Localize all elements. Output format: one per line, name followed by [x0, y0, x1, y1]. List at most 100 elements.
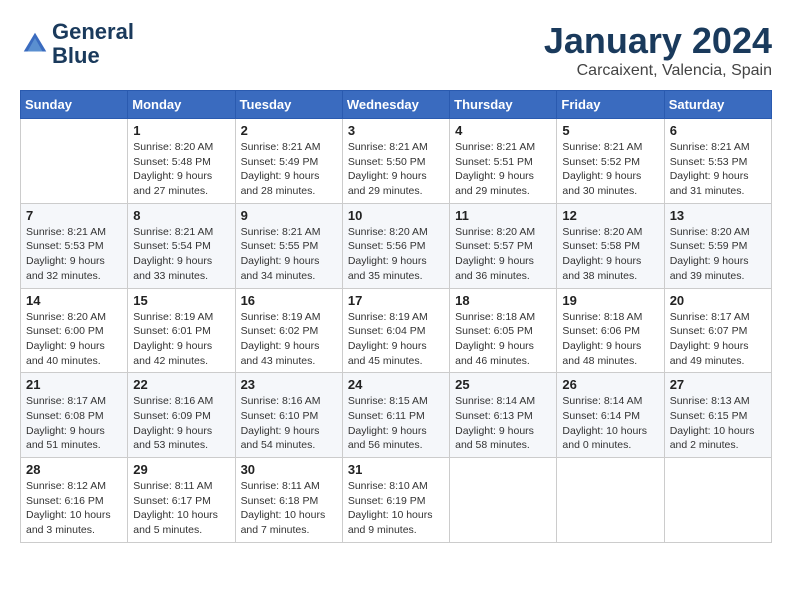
day-info: Sunrise: 8:21 AM Sunset: 5:51 PM Dayligh… [455, 140, 551, 199]
day-info: Sunrise: 8:14 AM Sunset: 6:13 PM Dayligh… [455, 394, 551, 453]
calendar-cell: 30Sunrise: 8:11 AM Sunset: 6:18 PM Dayli… [235, 458, 342, 543]
calendar-week-2: 7Sunrise: 8:21 AM Sunset: 5:53 PM Daylig… [21, 203, 772, 288]
day-number: 11 [455, 208, 551, 223]
day-number: 12 [562, 208, 658, 223]
day-info: Sunrise: 8:15 AM Sunset: 6:11 PM Dayligh… [348, 394, 444, 453]
location: Carcaixent, Valencia, Spain [544, 62, 772, 80]
day-info: Sunrise: 8:17 AM Sunset: 6:07 PM Dayligh… [670, 310, 766, 369]
calendar-cell: 14 Sunrise: 8:20 AM Sunset: 6:00 PM Dayli… [21, 288, 128, 373]
day-number: 10 [348, 208, 444, 223]
calendar-cell: 16 Sunrise: 8:19 AM Sunset: 6:02 PM Dayli… [235, 288, 342, 373]
day-info: Sunrise: 8:20 AM Sunset: 5:59 PM Dayligh… [670, 225, 766, 284]
calendar-cell [557, 458, 664, 543]
day-number: 9 [241, 208, 337, 223]
calendar-cell: 15 Sunrise: 8:19 AM Sunset: 6:01 PM Dayli… [128, 288, 235, 373]
day-info: Sunrise: 8:16 AM Sunset: 6:09 PM Dayligh… [133, 394, 229, 453]
calendar-cell: 27 Sunrise: 8:13 AM Sunset: 6:15 PM Dayli… [664, 373, 771, 458]
day-number: 8 [133, 208, 229, 223]
calendar-cell: 26 Sunrise: 8:14 AM Sunset: 6:14 PM Dayli… [557, 373, 664, 458]
day-info: Sunrise: 8:21 AM Sunset: 5:53 PM Dayligh… [26, 225, 122, 284]
calendar-cell: 28 Sunrise: 8:12 AM Sunset: 6:16 PM Dayli… [21, 458, 128, 543]
calendar-week-3: 14 Sunrise: 8:20 AM Sunset: 6:00 PM Dayli… [21, 288, 772, 373]
calendar-cell: 20Sunrise: 8:17 AM Sunset: 6:07 PM Dayli… [664, 288, 771, 373]
calendar-cell: 6Sunrise: 8:21 AM Sunset: 5:53 PM Daylig… [664, 119, 771, 204]
day-info: Sunrise: 8:19 AM Sunset: 6:04 PM Dayligh… [348, 310, 444, 369]
calendar-cell: 10 Sunrise: 8:20 AM Sunset: 5:56 PM Dayli… [342, 203, 449, 288]
day-info: Sunrise: 8:20 AM Sunset: 5:58 PM Dayligh… [562, 225, 658, 284]
day-number: 6 [670, 123, 766, 138]
day-number: 25 [455, 377, 551, 392]
calendar-cell: 17 Sunrise: 8:19 AM Sunset: 6:04 PM Dayli… [342, 288, 449, 373]
day-number: 23 [241, 377, 337, 392]
day-info: Sunrise: 8:11 AM Sunset: 6:17 PM Dayligh… [133, 479, 229, 538]
day-number: 27 [670, 377, 766, 392]
calendar-cell: 11Sunrise: 8:20 AM Sunset: 5:57 PM Dayli… [450, 203, 557, 288]
weekday-header-monday: Monday [128, 91, 235, 119]
calendar-cell: 7Sunrise: 8:21 AM Sunset: 5:53 PM Daylig… [21, 203, 128, 288]
calendar-cell: 1Sunrise: 8:20 AM Sunset: 5:48 PM Daylig… [128, 119, 235, 204]
day-info: Sunrise: 8:20 AM Sunset: 6:00 PM Dayligh… [26, 310, 122, 369]
day-info: Sunrise: 8:13 AM Sunset: 6:15 PM Dayligh… [670, 394, 766, 453]
calendar-cell: 19 Sunrise: 8:18 AM Sunset: 6:06 PM Dayli… [557, 288, 664, 373]
day-info: Sunrise: 8:21 AM Sunset: 5:52 PM Dayligh… [562, 140, 658, 199]
day-number: 13 [670, 208, 766, 223]
day-number: 26 [562, 377, 658, 392]
calendar-cell: 31 Sunrise: 8:10 AM Sunset: 6:19 PM Dayli… [342, 458, 449, 543]
day-info: Sunrise: 8:12 AM Sunset: 6:16 PM Dayligh… [26, 479, 122, 538]
calendar-cell: 29 Sunrise: 8:11 AM Sunset: 6:17 PM Dayli… [128, 458, 235, 543]
calendar-table: SundayMondayTuesdayWednesdayThursdayFrid… [20, 90, 772, 543]
calendar-cell [664, 458, 771, 543]
day-info: Sunrise: 8:21 AM Sunset: 5:54 PM Dayligh… [133, 225, 229, 284]
calendar-cell: 23 Sunrise: 8:16 AM Sunset: 6:10 PM Dayli… [235, 373, 342, 458]
calendar-cell: 4 Sunrise: 8:21 AM Sunset: 5:51 PM Daylig… [450, 119, 557, 204]
calendar-cell: 12 Sunrise: 8:20 AM Sunset: 5:58 PM Dayli… [557, 203, 664, 288]
day-info: Sunrise: 8:16 AM Sunset: 6:10 PM Dayligh… [241, 394, 337, 453]
day-number: 18 [455, 293, 551, 308]
calendar-cell: 25 Sunrise: 8:14 AM Sunset: 6:13 PM Dayli… [450, 373, 557, 458]
logo-icon [20, 29, 50, 59]
calendar-cell: 21Sunrise: 8:17 AM Sunset: 6:08 PM Dayli… [21, 373, 128, 458]
day-number: 4 [455, 123, 551, 138]
weekday-header-tuesday: Tuesday [235, 91, 342, 119]
day-info: Sunrise: 8:20 AM Sunset: 5:56 PM Dayligh… [348, 225, 444, 284]
calendar-week-1: 1Sunrise: 8:20 AM Sunset: 5:48 PM Daylig… [21, 119, 772, 204]
day-info: Sunrise: 8:19 AM Sunset: 6:01 PM Dayligh… [133, 310, 229, 369]
day-number: 15 [133, 293, 229, 308]
day-number: 5 [562, 123, 658, 138]
weekday-header-sunday: Sunday [21, 91, 128, 119]
day-number: 28 [26, 462, 122, 477]
weekday-header-saturday: Saturday [664, 91, 771, 119]
day-info: Sunrise: 8:11 AM Sunset: 6:18 PM Dayligh… [241, 479, 337, 538]
day-number: 17 [348, 293, 444, 308]
calendar-cell [450, 458, 557, 543]
day-number: 14 [26, 293, 122, 308]
calendar-cell: 5 Sunrise: 8:21 AM Sunset: 5:52 PM Daylig… [557, 119, 664, 204]
calendar-week-4: 21Sunrise: 8:17 AM Sunset: 6:08 PM Dayli… [21, 373, 772, 458]
day-number: 19 [562, 293, 658, 308]
month-title: January 2024 [544, 20, 772, 62]
day-info: Sunrise: 8:10 AM Sunset: 6:19 PM Dayligh… [348, 479, 444, 538]
weekday-header-row: SundayMondayTuesdayWednesdayThursdayFrid… [21, 91, 772, 119]
day-number: 2 [241, 123, 337, 138]
day-number: 3 [348, 123, 444, 138]
calendar-cell [21, 119, 128, 204]
day-info: Sunrise: 8:18 AM Sunset: 6:05 PM Dayligh… [455, 310, 551, 369]
day-number: 16 [241, 293, 337, 308]
logo-line2: Blue [52, 44, 134, 68]
day-info: Sunrise: 8:18 AM Sunset: 6:06 PM Dayligh… [562, 310, 658, 369]
day-info: Sunrise: 8:19 AM Sunset: 6:02 PM Dayligh… [241, 310, 337, 369]
title-area: January 2024 Carcaixent, Valencia, Spain [544, 20, 772, 80]
day-info: Sunrise: 8:14 AM Sunset: 6:14 PM Dayligh… [562, 394, 658, 453]
day-info: Sunrise: 8:20 AM Sunset: 5:48 PM Dayligh… [133, 140, 229, 199]
day-number: 22 [133, 377, 229, 392]
page-header: General Blue January 2024 Carcaixent, Va… [20, 20, 772, 80]
day-info: Sunrise: 8:21 AM Sunset: 5:50 PM Dayligh… [348, 140, 444, 199]
calendar-cell: 13 Sunrise: 8:20 AM Sunset: 5:59 PM Dayli… [664, 203, 771, 288]
calendar-cell: 3 Sunrise: 8:21 AM Sunset: 5:50 PM Daylig… [342, 119, 449, 204]
calendar-cell: 18 Sunrise: 8:18 AM Sunset: 6:05 PM Dayli… [450, 288, 557, 373]
day-number: 31 [348, 462, 444, 477]
logo: General Blue [20, 20, 134, 68]
day-number: 29 [133, 462, 229, 477]
calendar-week-5: 28 Sunrise: 8:12 AM Sunset: 6:16 PM Dayli… [21, 458, 772, 543]
calendar-cell: 9Sunrise: 8:21 AM Sunset: 5:55 PM Daylig… [235, 203, 342, 288]
